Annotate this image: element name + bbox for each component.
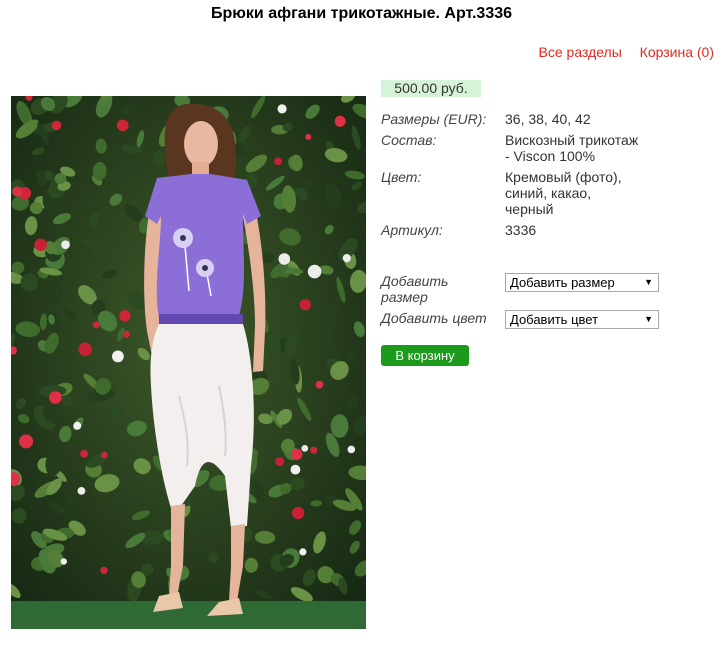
- prop-value: 36, 38, 40, 42: [505, 111, 591, 127]
- dropdown-arrow-icon: ▼: [644, 277, 653, 287]
- all-sections-link[interactable]: Все разделы: [539, 44, 622, 60]
- add-size-label: Добавить размер: [381, 273, 449, 305]
- add-color-label: Добавить цвет: [381, 310, 487, 326]
- prop-value: Вискозный трикотаж - Viscon 100%: [505, 132, 639, 164]
- color-select[interactable]: Добавить цвет ▼: [505, 310, 659, 329]
- color-select-value: Добавить цвет: [510, 312, 599, 327]
- product-properties: Размеры (EUR): 36, 38, 40, 42 Состав: Ви…: [381, 111, 640, 243]
- prop-label: Артикул:: [381, 222, 443, 238]
- prop-value: Кремовый (фото), синий, какао, черный: [505, 169, 622, 217]
- cart-link[interactable]: Корзина (0): [640, 44, 714, 60]
- dropdown-arrow-icon: ▼: [644, 314, 653, 324]
- product-photo-graphic: [11, 96, 366, 629]
- prop-label: Размеры (EUR):: [381, 111, 487, 127]
- product-price: 500.00 руб.: [381, 80, 481, 97]
- add-size-row: Добавить размер Добавить размер ▼: [381, 273, 659, 305]
- prop-color: Цвет: Кремовый (фото), синий, какао, чер…: [381, 169, 640, 217]
- top-nav: Все разделы Корзина (0): [525, 44, 714, 60]
- prop-composition: Состав: Вискозный трикотаж - Viscon 100%: [381, 132, 640, 164]
- prop-value: 3336: [505, 222, 537, 238]
- prop-article: Артикул: 3336: [381, 222, 640, 238]
- size-select[interactable]: Добавить размер ▼: [505, 273, 659, 292]
- prop-label: Состав:: [381, 132, 437, 148]
- size-select-value: Добавить размер: [510, 275, 615, 290]
- product-photo[interactable]: [11, 96, 366, 629]
- page-title: Брюки афгани трикотажные. Арт.3336: [210, 5, 513, 22]
- prop-sizes: Размеры (EUR): 36, 38, 40, 42: [381, 111, 640, 127]
- prop-label: Цвет:: [381, 169, 422, 185]
- add-to-cart-button[interactable]: В корзину: [381, 345, 469, 366]
- add-color-row: Добавить цвет Добавить цвет ▼: [381, 310, 659, 329]
